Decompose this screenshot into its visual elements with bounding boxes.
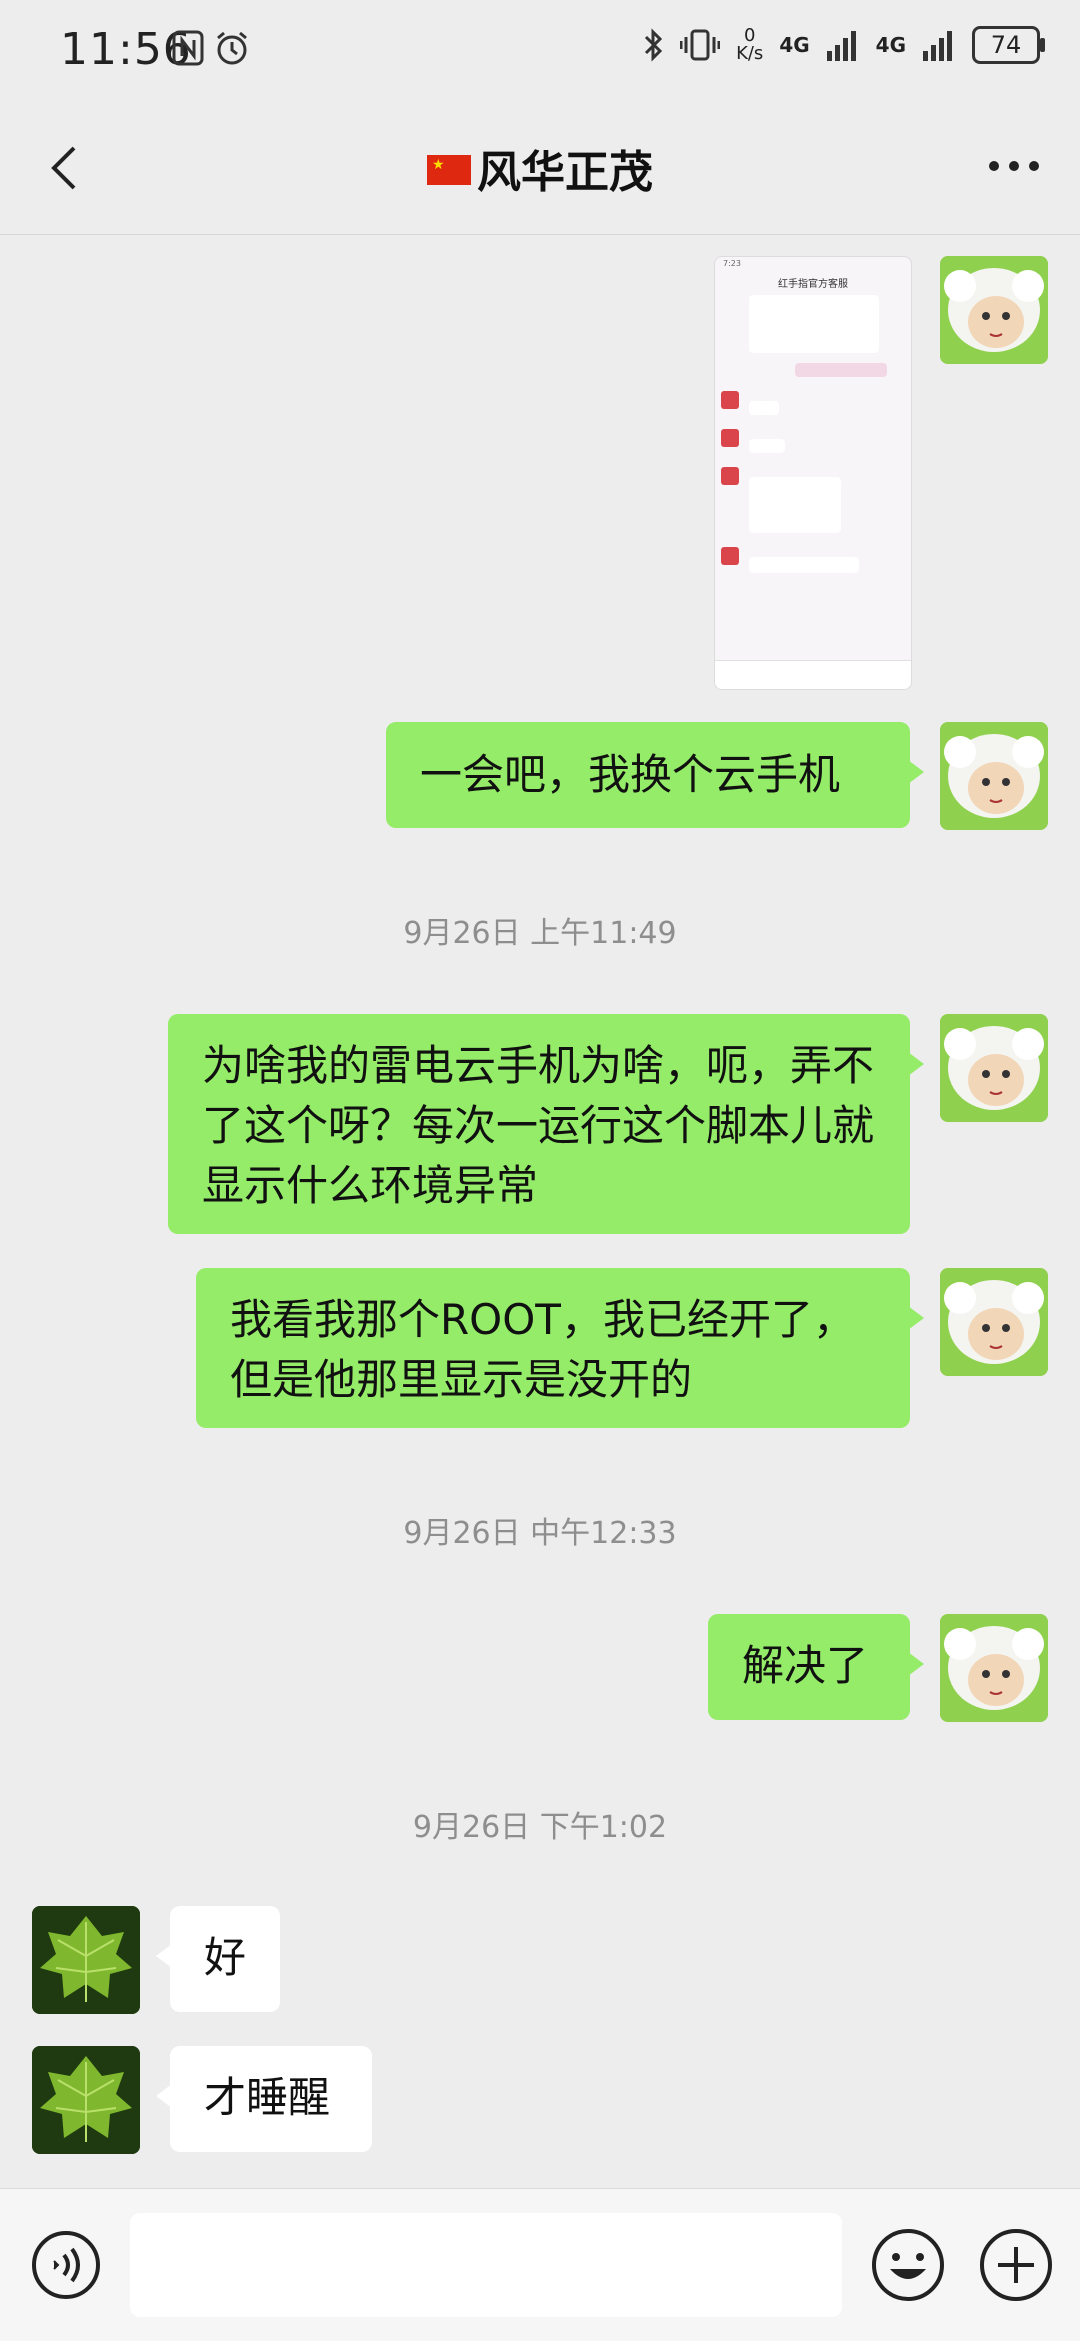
contact-avatar[interactable] bbox=[32, 2046, 140, 2154]
image-title-text: 红手指官方客服 bbox=[778, 279, 848, 290]
vibrate-icon bbox=[680, 29, 721, 61]
message-text-field[interactable] bbox=[130, 2213, 842, 2317]
timestamp: 9月26日 下午1:02 bbox=[412, 1810, 668, 1845]
message-input-bar bbox=[0, 2188, 1080, 2341]
contact-avatar[interactable] bbox=[32, 1906, 140, 2014]
chat-title: 风华正茂 bbox=[0, 136, 1080, 200]
image-time-text: 7:23 bbox=[723, 259, 741, 268]
message-bubble[interactable]: 解决了 bbox=[708, 1614, 924, 1720]
chat-header: 风华正茂 bbox=[0, 100, 1080, 235]
my-avatar[interactable] bbox=[940, 1014, 1048, 1122]
signal-icon bbox=[826, 31, 856, 61]
message-bubble[interactable]: 为啥我的雷电云手机为啥，呃，弄不了这个呀？每次一运行这个脚本儿就显示什么环境异常 bbox=[168, 1014, 924, 1234]
alarm-icon bbox=[217, 31, 247, 65]
voice-input-icon[interactable] bbox=[30, 2229, 102, 2301]
status-left-icons bbox=[172, 30, 250, 66]
my-avatar[interactable] bbox=[940, 256, 1048, 364]
more-options-icon[interactable] bbox=[984, 146, 1044, 186]
emoji-icon[interactable] bbox=[870, 2227, 946, 2303]
timestamp: 9月26日 上午11:49 bbox=[403, 916, 677, 951]
china-flag-icon bbox=[427, 155, 471, 185]
add-more-icon[interactable] bbox=[978, 2227, 1054, 2303]
sim2-type: 4G bbox=[875, 33, 906, 57]
my-avatar[interactable] bbox=[940, 1614, 1048, 1722]
my-avatar[interactable] bbox=[940, 722, 1048, 830]
message-bubble[interactable]: 才睡醒 bbox=[156, 2046, 372, 2152]
sim1-type: 4G bbox=[779, 33, 810, 57]
bluetooth-icon bbox=[645, 28, 663, 62]
signal-icon-2 bbox=[923, 31, 952, 61]
status-bar: 11:56 0 K/s 4G 4G 74 bbox=[0, 0, 1080, 100]
battery-indicator: 74 bbox=[972, 26, 1045, 64]
contact-name: 风华正茂 bbox=[477, 147, 653, 198]
message-bubble[interactable]: 好 bbox=[156, 1906, 280, 2012]
message-bubble[interactable]: 一会吧，我换个云手机 bbox=[386, 722, 924, 828]
message-bubble[interactable]: 我看我那个ROOT，我已经开了，但是他那里显示是没开的 bbox=[196, 1268, 924, 1428]
image-message[interactable]: 7:23 红手指官方客服 bbox=[714, 256, 912, 690]
my-avatar[interactable] bbox=[940, 1268, 1048, 1376]
nfc-icon bbox=[172, 30, 204, 66]
network-speed: 0 K/s bbox=[736, 25, 764, 64]
timestamp: 9月26日 中午12:33 bbox=[403, 1516, 677, 1551]
